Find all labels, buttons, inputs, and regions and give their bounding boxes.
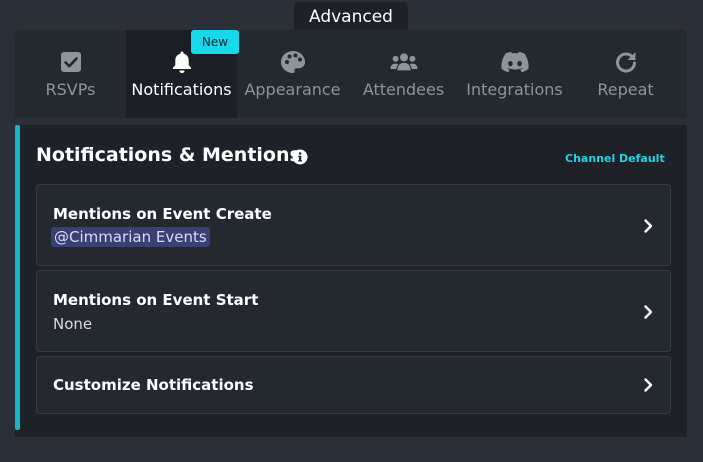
new-badge: New (191, 30, 239, 54)
event-settings-panel: Advanced RSVPs Notifications Appearance … (0, 0, 703, 462)
palette-icon (279, 48, 307, 76)
chevron-right-icon (644, 305, 653, 319)
tab-rsvps[interactable]: RSVPs (15, 30, 126, 118)
users-icon (389, 48, 418, 76)
tab-label: Notifications (131, 80, 232, 99)
chevron-right-icon (644, 219, 653, 233)
tab-attendees[interactable]: Attendees (348, 30, 459, 118)
tab-label: Attendees (362, 80, 445, 99)
tab-repeat[interactable]: Repeat (570, 30, 681, 118)
repeat-icon (612, 48, 640, 76)
advanced-section-tab[interactable]: Advanced (294, 2, 408, 32)
section-title: Notifications & Mentions (36, 144, 301, 166)
tab-label: Repeat (597, 80, 654, 99)
info-icon[interactable] (292, 149, 308, 165)
card-title: Mentions on Event Start (53, 291, 259, 309)
customize-notifications-card[interactable]: Customize Notifications (36, 356, 671, 414)
mentions-on-event-start-card[interactable]: Mentions on Event Start None (36, 270, 671, 352)
tab-appearance[interactable]: Appearance (237, 30, 348, 118)
discord-icon (500, 48, 529, 76)
tab-integrations[interactable]: Integrations (459, 30, 570, 118)
tab-label: RSVPs (45, 80, 96, 99)
tab-label: Integrations (466, 80, 563, 99)
role-mention: @Cimmarian Events (51, 227, 210, 247)
card-value: None (53, 315, 93, 333)
channel-default-link[interactable]: Channel Default (565, 152, 665, 165)
card-title: Customize Notifications (53, 376, 254, 394)
chevron-right-icon (644, 378, 653, 392)
card-title: Mentions on Event Create (53, 205, 272, 223)
accent-bar (15, 125, 20, 430)
settings-tab-bar: RSVPs Notifications Appearance Attendees… (15, 30, 687, 118)
tab-label: Appearance (244, 80, 341, 99)
mentions-on-event-create-card[interactable]: Mentions on Event Create @Cimmarian Even… (36, 184, 671, 266)
checkbox-icon (57, 48, 85, 76)
